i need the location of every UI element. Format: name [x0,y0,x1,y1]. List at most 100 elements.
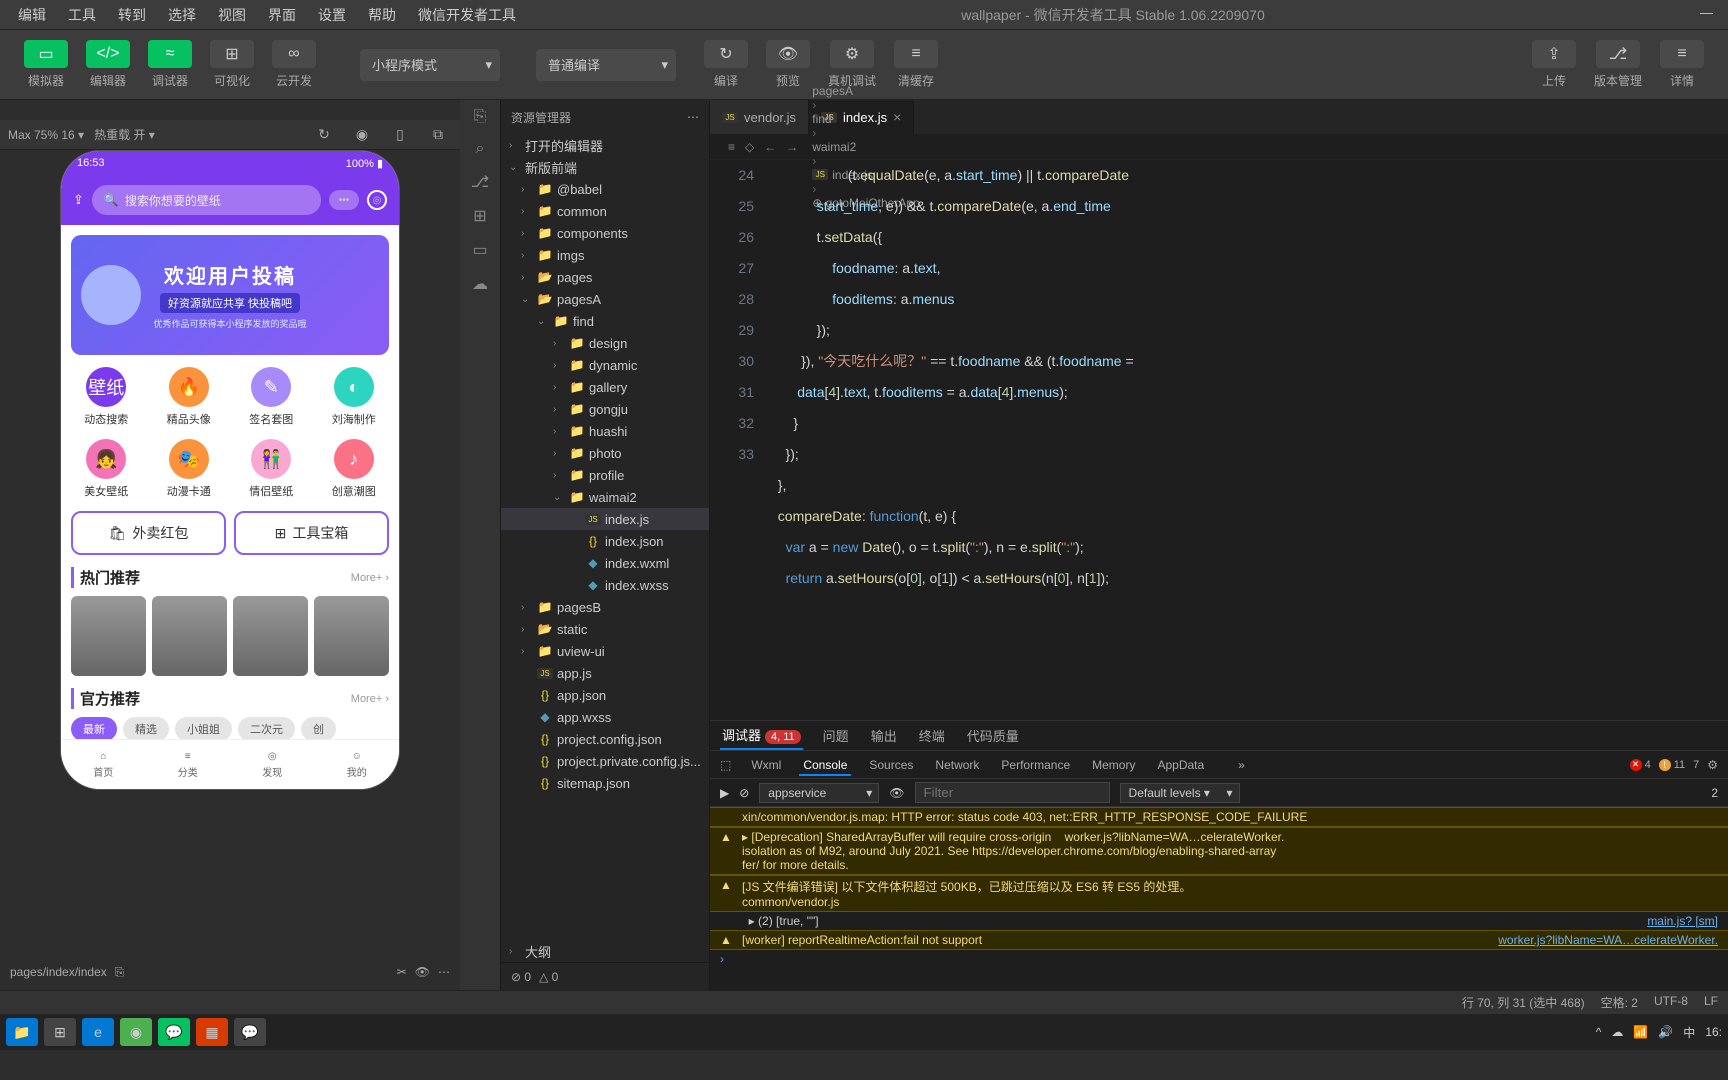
devtools-tab[interactable]: Network [931,756,983,774]
toolbar-button[interactable]: ⊞可视化 [202,36,262,93]
cloud-icon[interactable]: ☁ [472,274,488,294]
filter-chip[interactable]: 精选 [123,717,169,739]
toolbar-button[interactable]: 👁预览 [758,36,818,93]
menu-item[interactable]: 帮助 [358,1,406,29]
thumbnail[interactable] [233,596,308,676]
open-editors-section[interactable]: ›打开的编辑器 [501,134,709,156]
search-icon[interactable]: ⌕ [476,140,485,158]
tree-item[interactable]: ⌄📁waimai2 [501,486,709,508]
forward-icon[interactable]: → [786,140,798,154]
thumbnail[interactable] [152,596,227,676]
tree-item[interactable]: {}project.private.config.js... [501,750,709,772]
tree-item[interactable]: {}app.json [501,684,709,706]
warning-badge[interactable]: !11 [1659,759,1685,771]
devtools-tab[interactable]: Memory [1088,756,1139,774]
compile-mode-dropdown[interactable]: 普通编译 [536,49,676,81]
tree-item[interactable]: ◆app.wxss [501,706,709,728]
tabbar-item[interactable]: ☺我的 [315,740,400,789]
devtools-tab[interactable]: Console [799,756,851,776]
tree-item[interactable]: JSindex.js [501,508,709,530]
tree-item[interactable]: ›📁common [501,200,709,222]
tree-item[interactable]: ›📂pages [501,266,709,288]
category-item[interactable]: ◐刘海制作 [319,367,390,427]
taskbar-app[interactable]: ⊞ [44,1018,76,1046]
menu-item[interactable]: 转到 [108,1,156,29]
tree-item[interactable]: ⌄📂pagesA [501,288,709,310]
category-item[interactable]: ✎签名套图 [236,367,307,427]
save-icon[interactable]: ▭ [472,240,487,260]
code-editor[interactable]: 24252627282930313233 (t.equalDate(e, a.s… [710,160,1728,720]
panel-tab[interactable]: 输出 [869,722,899,749]
cursor-position[interactable]: 行 70, 列 31 (选中 468) [1462,994,1585,1011]
filter-chip[interactable]: 最新 [71,717,117,739]
clear-icon[interactable]: ⊘ [739,786,749,800]
tree-item[interactable]: {}index.json [501,530,709,552]
ime-indicator[interactable]: 中 [1683,1024,1695,1041]
bookmark-icon[interactable]: ◇ [745,140,754,154]
context-select[interactable]: appservice [759,783,879,803]
mode-dropdown[interactable]: 小程序模式 [360,49,500,81]
tree-item[interactable]: {}sitemap.json [501,772,709,794]
outline-section[interactable]: ›大纲 [501,940,709,962]
project-section[interactable]: ⌄新版前端 [501,156,709,178]
toolbar-button[interactable]: ⇪上传 [1524,36,1584,93]
tabbar-item[interactable]: ⌂首页 [61,740,146,789]
more-link[interactable]: More+ › [351,572,389,584]
toolbar-button[interactable]: ≈调试器 [140,36,200,93]
tree-item[interactable]: ›📁uview-ui [501,640,709,662]
toolbar-button[interactable]: ⎇版本管理 [1586,36,1650,93]
capsule-menu[interactable]: ••• [329,190,359,210]
breadcrumb-item[interactable]: waimai2 [812,140,919,154]
extensions-icon[interactable]: ⊞ [473,206,486,226]
tree-item[interactable]: ›📁components [501,222,709,244]
tree-item[interactable]: ›📁@babel [501,178,709,200]
levels-select[interactable]: Default levels ▾ [1120,783,1240,803]
banner[interactable]: 欢迎用户投稿 好资源就应共享 快投稿吧 优秀作品可获得本小程序发放的奖品哦 [71,235,389,355]
files-icon[interactable]: ⎘ [474,108,487,126]
tree-item[interactable]: ›📁photo [501,442,709,464]
share-icon[interactable]: ⇪ [73,192,84,208]
clock[interactable]: 16: [1705,1025,1722,1039]
category-item[interactable]: 🎭动漫卡通 [154,439,225,499]
devtools-tab[interactable]: Sources [865,756,917,774]
eye-icon[interactable]: 👁 [415,965,430,979]
devtools-tab[interactable]: Performance [997,756,1074,774]
thumbnail[interactable] [314,596,389,676]
device-select[interactable]: Max 75% 16 ▾ [8,128,84,142]
panel-tab[interactable]: 终端 [917,722,947,749]
toolbar-button[interactable]: ≡详情 [1652,36,1712,93]
tree-item[interactable]: ◆index.wxss [501,574,709,596]
warning-count[interactable]: △ 0 [539,970,558,984]
filter-chip[interactable]: 二次元 [238,717,295,739]
hotreload-toggle[interactable]: 热重载 开 ▾ [94,126,155,143]
inspect-icon[interactable]: ⬚ [720,758,731,772]
back-icon[interactable]: ← [764,140,776,154]
menu-item[interactable]: 选择 [158,1,206,29]
breadcrumb-item[interactable]: find [812,112,919,126]
tree-item[interactable]: ›📁pagesB [501,596,709,618]
search-input[interactable]: 🔍 搜索你想要的壁纸 [92,185,321,215]
eye-icon[interactable]: 👁 [889,786,904,800]
devtabs-more[interactable]: » [1238,758,1245,772]
settings-icon[interactable]: ⚙ [1707,758,1718,772]
list-icon[interactable]: ≡ [728,140,735,154]
encoding-indicator[interactable]: UTF-8 [1654,994,1688,1011]
category-item[interactable]: ♪创意潮图 [319,439,390,499]
menu-item[interactable]: 设置 [308,1,356,29]
feature-button[interactable]: 🛍外卖红包 [71,511,226,555]
toolbar-button[interactable]: </>编辑器 [78,36,138,93]
menu-item[interactable]: 微信开发者工具 [408,1,526,29]
branch-icon[interactable]: ⎇ [471,172,489,192]
panel-tab[interactable]: 问题 [821,722,851,749]
panel-tab[interactable]: 调试器4, 11 [720,721,803,750]
tree-item[interactable]: ›📁design [501,332,709,354]
spaces-indicator[interactable]: 空格: 2 [1601,994,1638,1011]
tree-item[interactable]: JSapp.js [501,662,709,684]
info-badge[interactable]: 7 [1693,759,1699,771]
record-icon[interactable]: ◉ [348,126,376,143]
popout-icon[interactable]: ⧉ [424,126,452,143]
taskbar-app[interactable]: 📁 [6,1018,38,1046]
taskbar-app[interactable]: 💬 [158,1018,190,1046]
feature-button[interactable]: ⊞工具宝箱 [234,511,389,555]
editor-tab[interactable]: JSvendor.js [710,100,809,134]
